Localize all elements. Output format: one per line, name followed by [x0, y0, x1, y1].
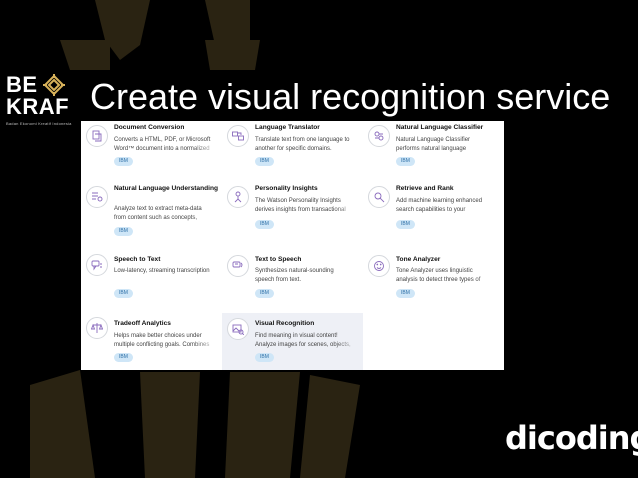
service-catalog-screenshot: Document Conversion Converts a HTML, PDF… — [81, 121, 504, 370]
ibm-badge: IBM — [114, 227, 133, 236]
service-desc-line1: Tone Analyzer uses linguistic — [396, 268, 473, 274]
ibm-badge: IBM — [255, 353, 274, 362]
service-desc-line1: Natural Language Classifier — [396, 137, 471, 143]
slide-title: Create visual recognition service — [90, 76, 611, 117]
service-name: Retrieve and Rank — [396, 185, 454, 192]
logo-mark-icon — [43, 74, 65, 96]
service-desc-line1: Low-latency, streaming transcription — [114, 268, 210, 274]
service-desc-line1: Converts a HTML, PDF, or Microsoft — [114, 137, 211, 143]
service-name: Text to Speech — [255, 256, 302, 263]
service-desc-line1: The Watson Personality Insights — [255, 198, 341, 204]
service-name: Speech to Text — [114, 256, 161, 263]
visual-recognition-icon — [227, 318, 249, 340]
personality-insights-icon — [227, 186, 249, 208]
service-name: Tradeoff Analytics — [114, 320, 171, 327]
service-desc-line1: Synthesizes natural-sounding — [255, 268, 334, 274]
service-card-text-to-speech[interactable]: Text to Speech Synthesizes natural-sound… — [222, 251, 363, 313]
service-card-natural-language-classifier[interactable]: Natural Language Classifier Natural Lang… — [363, 121, 504, 183]
ibm-badge: IBM — [396, 289, 415, 298]
service-name: Natural Language Classifier — [396, 124, 484, 131]
ibm-badge: IBM — [396, 157, 415, 166]
service-desc-line1: Find meaning in visual content! — [255, 333, 338, 339]
service-desc-line1: Translate text from one language to — [255, 137, 350, 143]
service-desc-line1: Add machine learning enhanced — [396, 198, 483, 204]
service-card-speech-to-text[interactable]: Speech to Text Low-latency, streaming tr… — [81, 251, 222, 313]
service-desc-line2: another for specific domains. — [255, 146, 332, 152]
service-name: Language Translator — [255, 124, 320, 131]
service-name: Personality Insights — [255, 185, 318, 192]
dicoding-logo: dicoding — [505, 419, 638, 457]
service-card-tradeoff-analytics[interactable]: Tradeoff Analytics Helps make better cho… — [81, 313, 222, 370]
service-card-language-translator[interactable]: Language Translator Translate text from … — [222, 121, 363, 183]
ibm-badge: IBM — [114, 157, 133, 166]
ibm-badge: IBM — [114, 289, 133, 298]
service-card-retrieve-and-rank[interactable]: Retrieve and Rank Add machine learning e… — [363, 183, 504, 245]
service-name: Visual Recognition — [255, 320, 315, 327]
service-desc-line2: search capabilities to your — [396, 207, 466, 213]
language-classifier-icon — [368, 125, 390, 147]
service-name: Tone Analyzer — [396, 256, 441, 263]
language-understanding-icon — [86, 186, 108, 208]
service-card-natural-language-understanding[interactable]: Natural Language Understanding Analyze t… — [81, 183, 222, 245]
logo-text-line2: KRAF — [6, 94, 70, 119]
ibm-badge: IBM — [255, 220, 274, 229]
service-card-visual-recognition[interactable]: Visual Recognition Find meaning in visua… — [222, 313, 363, 370]
retrieve-rank-icon — [368, 186, 390, 208]
service-desc-line1: Analyze text to extract meta-data — [114, 206, 202, 212]
ibm-badge: IBM — [396, 220, 415, 229]
service-name: Natural Language Understanding — [114, 185, 219, 192]
service-desc-line2: speech from text. — [255, 277, 302, 283]
bekraf-logo: BE KRAF Badan Ekonomi Kreatif Indonesia — [6, 74, 72, 132]
ibm-badge: IBM — [114, 353, 133, 362]
tradeoff-analytics-icon — [86, 317, 108, 339]
service-card-personality-insights[interactable]: Personality Insights The Watson Personal… — [222, 183, 363, 245]
ibm-badge: IBM — [255, 289, 274, 298]
text-to-speech-icon — [227, 255, 249, 277]
ibm-badge: IBM — [255, 157, 274, 166]
tone-analyzer-icon — [368, 255, 390, 277]
service-name: Document Conversion — [114, 124, 185, 131]
logo-tagline: Badan Ekonomi Kreatif Indonesia — [6, 121, 72, 126]
service-desc-line1: Helps make better choices under — [114, 333, 202, 339]
language-translator-icon — [227, 125, 249, 147]
service-card-document-conversion[interactable]: Document Conversion Converts a HTML, PDF… — [81, 121, 222, 183]
speech-to-text-icon — [86, 254, 108, 276]
document-conversion-icon — [86, 125, 108, 147]
logo-text-line1: BE — [6, 72, 38, 97]
service-desc-line2: performs natural language — [396, 146, 467, 152]
service-card-tone-analyzer[interactable]: Tone Analyzer Tone Analyzer uses linguis… — [363, 251, 504, 313]
